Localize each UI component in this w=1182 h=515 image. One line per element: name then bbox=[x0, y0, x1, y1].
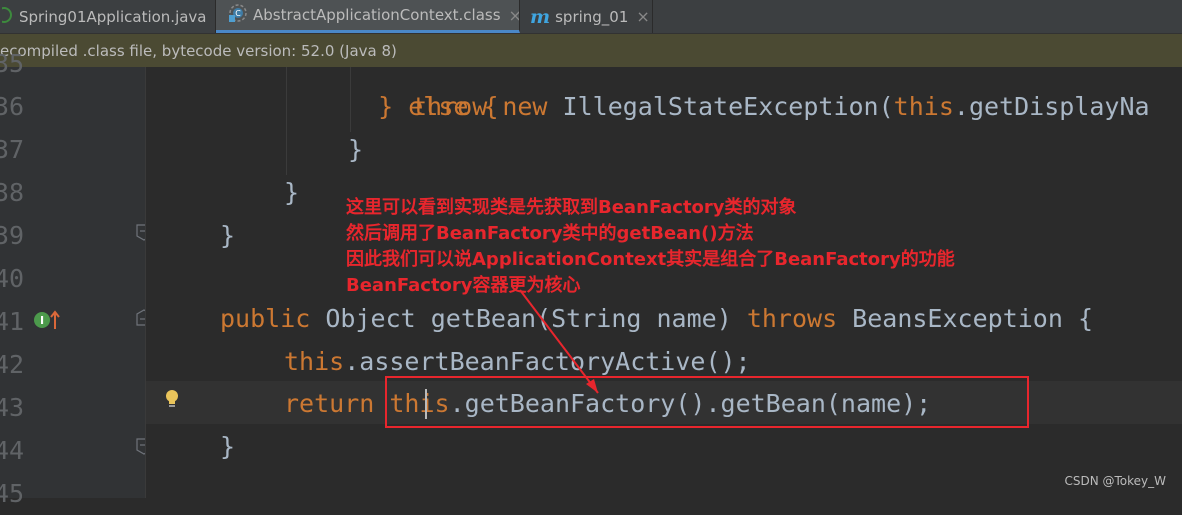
watermark: CSDN @Tokey_W bbox=[1064, 474, 1166, 488]
annotation-line: 然后调用了BeanFactory类中的getBean()方法 bbox=[346, 223, 754, 244]
annotation-line: 因此我们可以说ApplicationContext其实是组合了BeanFacto… bbox=[346, 249, 955, 270]
annotation-text: 这里可以看到实现类是先获取到BeanFactory类的对象 然后调用了BeanF… bbox=[346, 195, 955, 299]
annotation-line: BeanFactory容器更为核心 bbox=[346, 275, 581, 296]
annotation-line: 这里可以看到实现类是先获取到BeanFactory类的对象 bbox=[346, 197, 797, 218]
